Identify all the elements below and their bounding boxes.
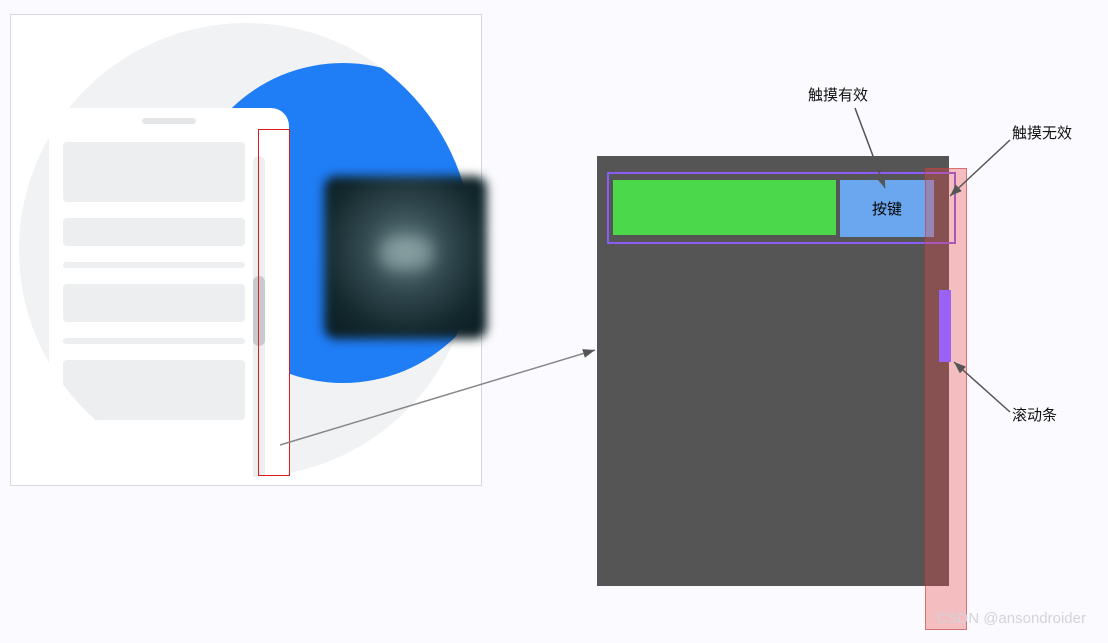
label-touch-valid: 触摸有效 bbox=[808, 84, 868, 105]
blurred-tile-icon bbox=[324, 176, 487, 339]
touch-invalid-zone bbox=[925, 168, 967, 630]
phone-notch bbox=[142, 118, 196, 124]
left-illustration-box bbox=[10, 14, 482, 486]
blue-button[interactable]: 按键 bbox=[840, 180, 934, 237]
placeholder-row bbox=[63, 360, 245, 420]
diagram-stage: 按键 触摸有效 触摸无效 滚动条 CSDN @ansondroider bbox=[0, 0, 1108, 643]
phone-content bbox=[63, 142, 245, 477]
label-scrollbar: 滚动条 bbox=[1012, 404, 1057, 425]
phone-mockup bbox=[49, 108, 289, 477]
scrollbar-highlight-outline bbox=[258, 129, 290, 476]
placeholder-row bbox=[63, 284, 245, 322]
label-touch-invalid: 触摸无效 bbox=[1012, 122, 1072, 143]
green-content-bar bbox=[613, 180, 836, 235]
scrollbar-thumb[interactable] bbox=[939, 290, 951, 362]
watermark: CSDN @ansondroider bbox=[937, 610, 1086, 627]
placeholder-row bbox=[63, 338, 245, 344]
blue-button-label: 按键 bbox=[872, 198, 902, 219]
placeholder-row bbox=[63, 218, 245, 246]
placeholder-row bbox=[63, 142, 245, 202]
placeholder-row bbox=[63, 262, 245, 268]
